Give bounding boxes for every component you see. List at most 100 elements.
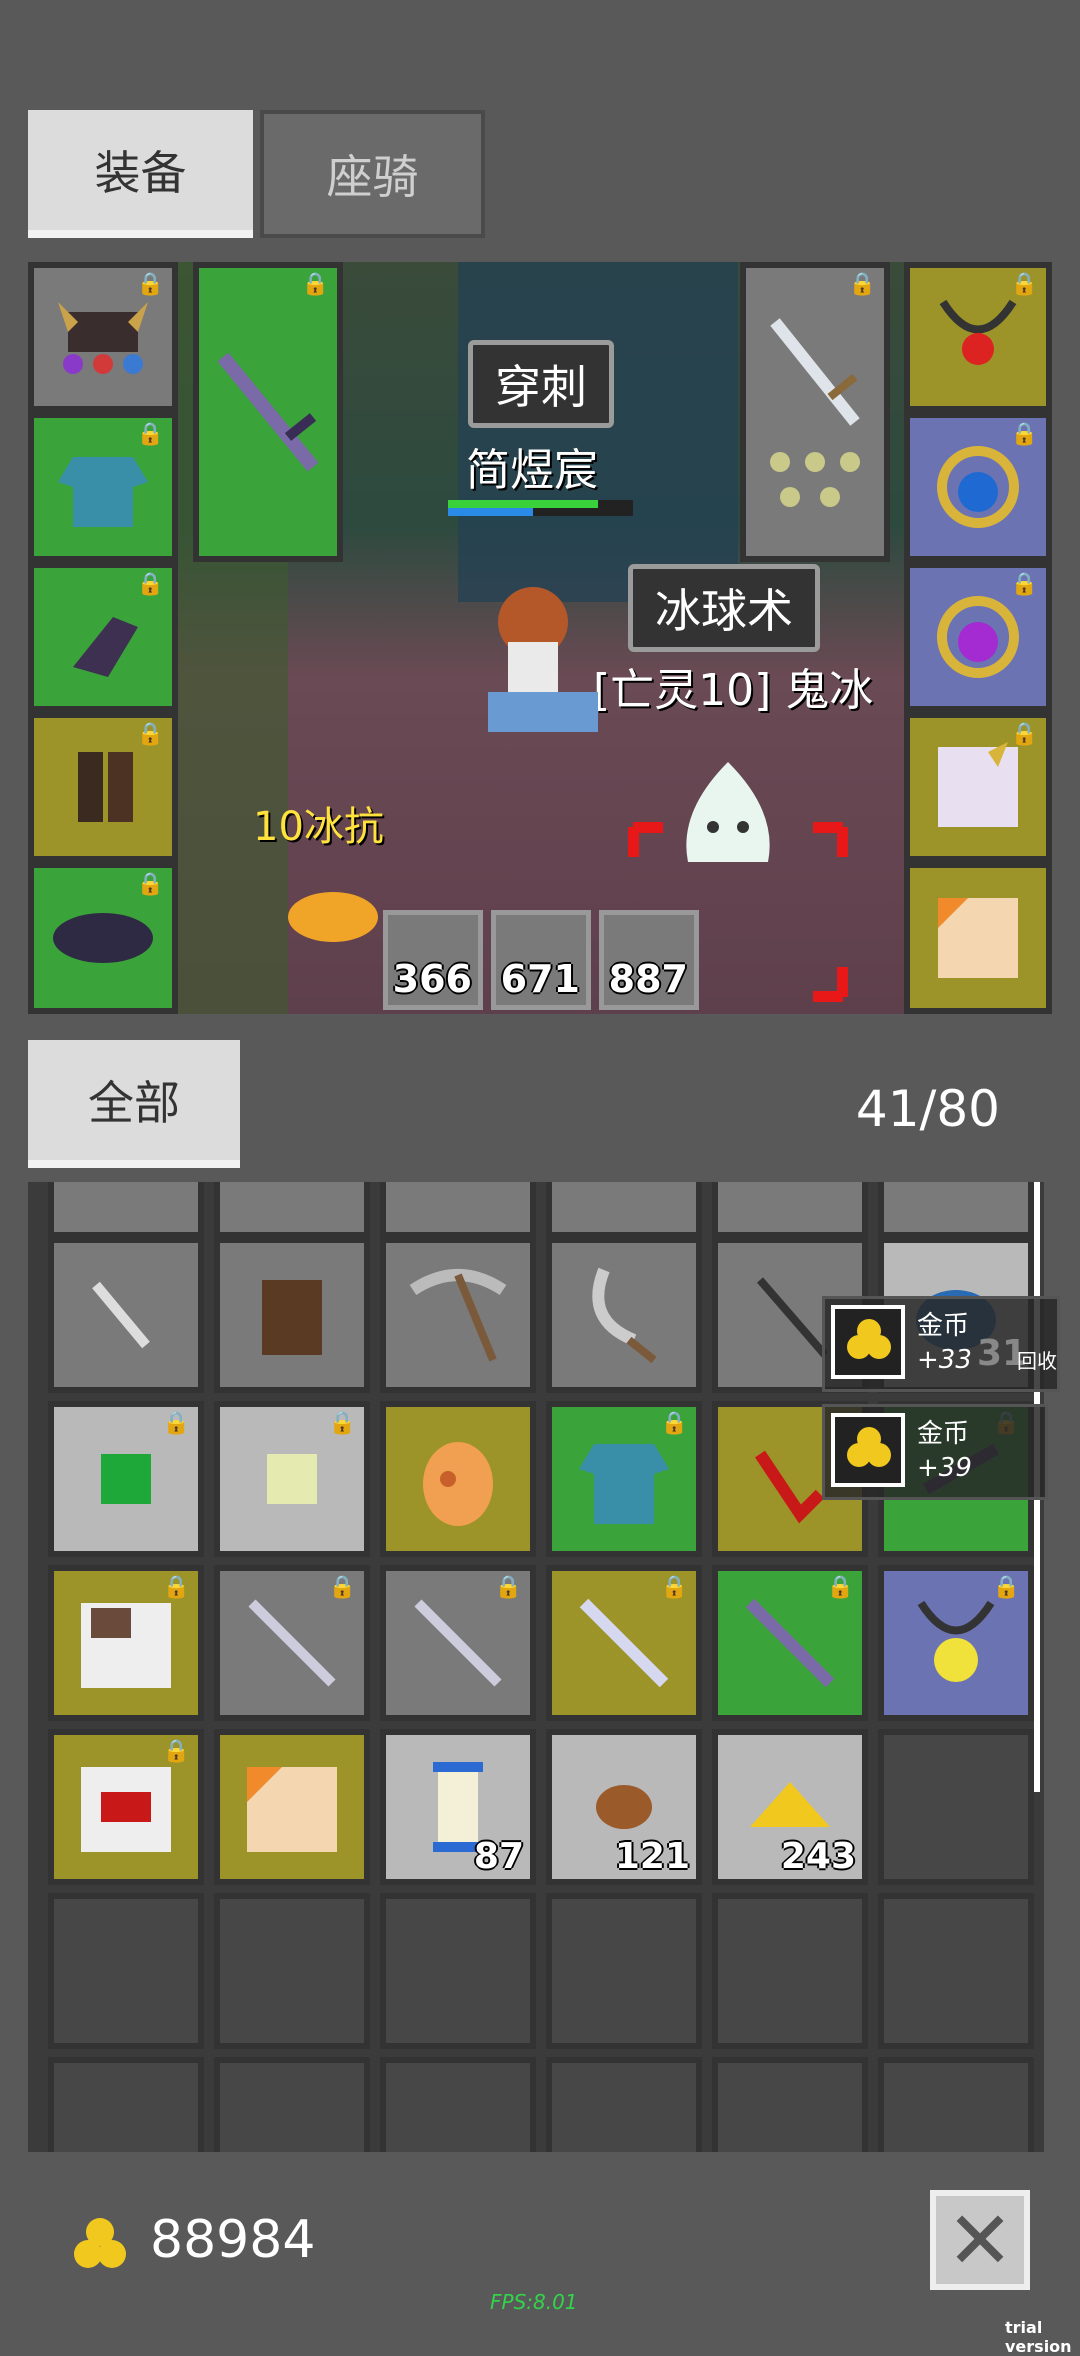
lock-icon: 🔒 xyxy=(136,872,164,897)
inventory-slot[interactable] xyxy=(380,1182,536,1238)
toast-title: 金币 xyxy=(917,1419,970,1449)
gold-coin-icon xyxy=(831,1413,905,1487)
inventory-slot-empty[interactable] xyxy=(878,1729,1034,1885)
inventory-slot-empty[interactable] xyxy=(214,1893,370,2049)
purple-sword-icon xyxy=(745,1598,835,1688)
inventory-slot-empty[interactable] xyxy=(878,1893,1034,2049)
inventory-slot-pale-gem[interactable]: 🔒 xyxy=(214,1401,370,1557)
equip-slot-offhand[interactable]: 🔒 xyxy=(740,262,890,562)
inventory-slot-fox-pet[interactable] xyxy=(214,1729,370,1885)
inventory-slot-scimitar[interactable] xyxy=(546,1237,702,1393)
inventory-slot-sword[interactable]: 🔒 xyxy=(380,1565,536,1721)
chainmail-armor-icon xyxy=(58,457,148,527)
inventory-slot-empty[interactable] xyxy=(380,1893,536,2049)
inventory-slot-chainmail[interactable]: 🔒 xyxy=(546,1401,702,1557)
inventory-slot-egg[interactable] xyxy=(380,1401,536,1557)
lock-icon: 🔒 xyxy=(1010,572,1038,597)
inventory-slot-purple-sword[interactable]: 🔒 xyxy=(712,1565,868,1721)
gold-pile-icon xyxy=(750,1782,830,1827)
lock-icon: 🔒 xyxy=(992,1575,1020,1600)
counter-slot-3: 887 xyxy=(599,910,699,1010)
lock-icon: 🔒 xyxy=(162,1739,190,1764)
inventory-slot-empty[interactable] xyxy=(48,2057,204,2152)
equip-slot-gloves[interactable]: 🔒 xyxy=(28,562,178,712)
inventory-slot[interactable] xyxy=(546,1182,702,1238)
steel-sword-icon xyxy=(414,1599,502,1687)
close-button[interactable]: ✕ xyxy=(930,2190,1030,2290)
gold-coin-icon xyxy=(831,1305,905,1379)
lock-icon: 🔒 xyxy=(162,1411,190,1436)
inventory-slot-scroll[interactable]: 87 xyxy=(380,1729,536,1885)
inventory-slot-empty[interactable] xyxy=(546,2057,702,2152)
long-sword-icon xyxy=(579,1598,669,1688)
equip-slot-pet-unicorn[interactable]: 🔒 xyxy=(904,712,1052,862)
inventory-slot[interactable] xyxy=(878,1182,1034,1238)
scimitar-icon xyxy=(592,1267,657,1364)
tab-equipment[interactable]: 装备 xyxy=(28,110,253,238)
counter-slot-2: 671 xyxy=(491,910,591,1010)
lock-icon: 🔒 xyxy=(136,272,164,297)
inventory-slot-ore[interactable]: 121 xyxy=(546,1729,702,1885)
inventory-slot-sword[interactable]: 🔒 xyxy=(214,1565,370,1721)
chainmail-armor-icon xyxy=(579,1444,669,1524)
lock-icon: 🔒 xyxy=(660,1411,688,1436)
lock-icon: 🔒 xyxy=(660,1575,688,1600)
beast-pet-icon xyxy=(81,1767,171,1852)
inventory-slot-empty[interactable] xyxy=(48,1893,204,2049)
equip-slot-boots[interactable]: 🔒 xyxy=(28,712,178,862)
cloak-icon xyxy=(53,913,153,963)
inventory-slot-leather-armor[interactable] xyxy=(214,1237,370,1393)
inventory-slot-empty[interactable] xyxy=(712,1893,868,2049)
gloves-icon xyxy=(73,617,138,677)
red-necklace-icon xyxy=(939,299,1017,365)
leather-armor-icon xyxy=(262,1280,322,1355)
equip-slot-necklace[interactable]: 🔒 xyxy=(904,262,1052,412)
inventory-slot-long-sword[interactable]: 🔒 xyxy=(546,1565,702,1721)
item-quantity: 87 xyxy=(473,1836,524,1877)
inventory-slot-empty[interactable] xyxy=(878,2057,1034,2152)
lock-icon: 🔒 xyxy=(162,1575,190,1600)
gold-pickup-toast: 金币 +39 xyxy=(822,1404,1048,1500)
inventory-slot-green-gem[interactable]: 🔒 xyxy=(48,1401,204,1557)
inventory-slot-pickaxe[interactable] xyxy=(380,1237,536,1393)
inventory-slot-dagger[interactable] xyxy=(48,1237,204,1393)
scenery-water xyxy=(458,262,738,602)
inventory-capacity: 41/80 xyxy=(855,1080,1000,1138)
inventory-slot-amulet[interactable]: 🔒 xyxy=(878,1565,1034,1721)
toast-amount: +39 xyxy=(917,1453,972,1483)
equip-slot-pet-fox[interactable] xyxy=(904,862,1052,1014)
dagger-icon xyxy=(92,1281,150,1349)
gold-amount: 88984 xyxy=(150,2210,316,2270)
inventory-slot-beast-pet[interactable]: 🔒 xyxy=(48,1729,204,1885)
lock-icon: 🔒 xyxy=(136,422,164,447)
item-quantity: 121 xyxy=(614,1836,690,1877)
inventory-slot-empty[interactable] xyxy=(380,2057,536,2152)
ore-icon xyxy=(596,1785,652,1829)
equip-slot-helmet[interactable]: 🔒 xyxy=(28,262,178,412)
peridot-icon xyxy=(267,1454,317,1504)
equip-slot-cloak[interactable]: 🔒 xyxy=(28,862,178,1014)
gold-coin-icon xyxy=(74,2218,126,2268)
inventory-slot-empty[interactable] xyxy=(712,2057,868,2152)
battle-scene: 🔒 🔒 🔒 🔒 🔒 🔒 🔒 🔒 🔒 🔒 🔒 穿刺 简煜宸 冰球术 [亡灵10] … xyxy=(28,262,1052,1014)
equip-slot-ring-1[interactable]: 🔒 xyxy=(904,412,1052,562)
inventory-slot-gold-pile[interactable]: 243 xyxy=(712,1729,868,1885)
gold-pickup-toast: 金币 +33 31 回收 xyxy=(822,1296,1060,1392)
boots-icon xyxy=(78,752,133,822)
inventory-slot[interactable] xyxy=(214,1182,370,1238)
equip-slot-armor[interactable]: 🔒 xyxy=(28,412,178,562)
inventory-slot[interactable] xyxy=(712,1182,868,1238)
inventory-slot[interactable] xyxy=(48,1182,204,1238)
inventory-slot-wolf-pet[interactable]: 🔒 xyxy=(48,1565,204,1721)
player-name: 简煜宸 xyxy=(466,445,598,496)
sapphire-ring-icon xyxy=(937,446,1019,528)
tab-mount[interactable]: 座骑 xyxy=(260,110,485,238)
inventory-slot-empty[interactable] xyxy=(546,1893,702,2049)
filter-all-button[interactable]: 全部 xyxy=(28,1040,240,1168)
lock-icon: 🔒 xyxy=(494,1575,522,1600)
counter-slot-1: 366 xyxy=(383,910,483,1010)
lock-icon: 🔒 xyxy=(136,572,164,597)
equip-slot-weapon[interactable]: 🔒 xyxy=(193,262,343,562)
inventory-slot-empty[interactable] xyxy=(214,2057,370,2152)
equip-slot-ring-2[interactable]: 🔒 xyxy=(904,562,1052,712)
